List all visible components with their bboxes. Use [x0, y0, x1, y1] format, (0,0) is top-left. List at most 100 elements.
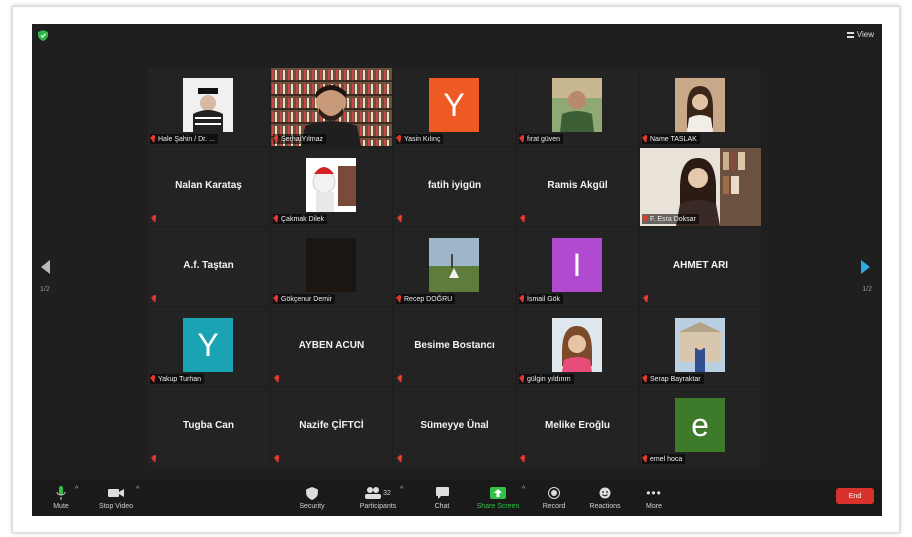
- participant-name-label: Yakup Turhan: [158, 375, 202, 383]
- muted-microphone-icon: [521, 455, 526, 463]
- participant-tile[interactable]: A.f. Taştan: [148, 228, 269, 306]
- video-options-caret-icon[interactable]: ^: [136, 486, 139, 493]
- participant-tile[interactable]: e emel hoca: [640, 388, 761, 466]
- participant-tile[interactable]: Melike Eroğlu: [517, 388, 638, 466]
- participant-tile[interactable]: Y Yasin Kılınç: [394, 68, 515, 146]
- participant-initial-avatar: e: [675, 398, 725, 452]
- participant-count: 32: [383, 489, 391, 497]
- participant-name-tag: Serap Bayraktar: [642, 374, 704, 384]
- participant-tile[interactable]: Serap Bayraktar: [640, 308, 761, 386]
- page-indicator-right: 1/2: [862, 286, 872, 293]
- muted-microphone-icon: [643, 135, 648, 143]
- record-label: Record: [542, 503, 566, 510]
- participant-display-name: Nalan Karataş: [175, 180, 242, 191]
- participant-tile[interactable]: F. Esra Doksar: [640, 148, 761, 226]
- participant-initial-avatar: Y: [183, 318, 233, 372]
- reactions-button[interactable]: Reactions: [585, 485, 625, 510]
- participant-tile[interactable]: Name TASLAK: [640, 68, 761, 146]
- participant-tile[interactable]: SerhatYılmaz: [271, 68, 392, 146]
- participant-tile[interactable]: Gökçenur Demir: [271, 228, 392, 306]
- microphone-icon: [56, 486, 66, 500]
- participants-icon: [365, 487, 382, 499]
- muted-microphone-icon: [643, 375, 648, 383]
- participant-tile[interactable]: AHMET ARI: [640, 228, 761, 306]
- participant-tile[interactable]: Tugba Can: [148, 388, 269, 466]
- more-button[interactable]: ••• More: [640, 485, 668, 510]
- participant-initial-avatar: Y: [429, 78, 479, 132]
- muted-microphone-icon: [520, 375, 525, 383]
- previous-page-arrow-icon[interactable]: [41, 260, 50, 274]
- meeting-toolbar: Mute ^ Stop Video ^ Security 32 Particip…: [32, 480, 882, 516]
- muted-microphone-icon: [644, 295, 649, 303]
- participant-tile[interactable]: Recep DOĞRU: [394, 228, 515, 306]
- audio-options-caret-icon[interactable]: ^: [75, 486, 78, 493]
- participant-tile[interactable]: Nazife ÇİFTCİ: [271, 388, 392, 466]
- reactions-smiley-icon: [599, 487, 611, 499]
- muted-microphone-icon: [274, 295, 279, 303]
- participant-profile-photo: [552, 78, 602, 132]
- participant-display-name: AHMET ARI: [672, 260, 729, 271]
- participant-profile-photo: [306, 238, 356, 292]
- record-button[interactable]: Record: [537, 485, 571, 510]
- security-label: Security: [299, 503, 325, 510]
- participant-name-tag: Hale Şahin / Dr. ...: [150, 134, 218, 144]
- participant-tile[interactable]: Nalan Karataş: [148, 148, 269, 226]
- participant-name-tag: SerhatYılmaz: [273, 134, 327, 144]
- participant-name-tag: F. Esra Doksar: [642, 214, 699, 224]
- participants-label: Participants: [359, 503, 397, 510]
- participant-display-name: A.f. Taştan: [183, 260, 234, 271]
- participant-tile[interactable]: gülgin yıldırım: [517, 308, 638, 386]
- participant-name-label: Çakmak Dilek: [281, 215, 325, 223]
- participant-tile[interactable]: Y Yakup Turhan: [148, 308, 269, 386]
- participants-caret-icon[interactable]: ^: [400, 486, 403, 493]
- chat-bubble-icon: [435, 487, 449, 499]
- record-icon: [548, 487, 560, 499]
- mute-button[interactable]: Mute: [46, 485, 76, 510]
- stop-video-label: Stop Video: [98, 503, 134, 510]
- muted-microphone-icon: [275, 455, 280, 463]
- participant-tile[interactable]: Çakmak Dilek: [271, 148, 392, 226]
- participant-display-name: Tugba Can: [183, 420, 234, 431]
- participant-name-tag: fırat güven: [519, 134, 564, 144]
- muted-microphone-icon: [274, 215, 279, 223]
- participant-name-label: SerhatYılmaz: [281, 135, 324, 143]
- share-screen-button[interactable]: Share Screen: [473, 485, 523, 510]
- muted-microphone-icon: [274, 135, 279, 143]
- participant-name-label: gülgin yıldırım: [527, 375, 571, 383]
- participant-name-label: Name TASLAK: [650, 135, 697, 143]
- participants-button[interactable]: 32 Participants: [356, 485, 400, 510]
- participant-name-tag: Çakmak Dilek: [273, 214, 328, 224]
- next-page-arrow-icon[interactable]: [861, 260, 870, 274]
- participant-tile[interactable]: Ramis Akgül: [517, 148, 638, 226]
- participant-tile[interactable]: fırat güven: [517, 68, 638, 146]
- participant-name-tag: emel hoca: [642, 454, 686, 464]
- participant-tile[interactable]: Sümeyye Ünal: [394, 388, 515, 466]
- participant-display-name: Besime Bostancı: [414, 340, 495, 351]
- participant-name-tag: Name TASLAK: [642, 134, 700, 144]
- participant-tile[interactable]: I İsmail Gök: [517, 228, 638, 306]
- security-button[interactable]: Security: [294, 485, 330, 510]
- participant-tile[interactable]: Besime Bostancı: [394, 308, 515, 386]
- participant-tile[interactable]: fatih iyigün: [394, 148, 515, 226]
- participant-name-tag: Yasin Kılınç: [396, 134, 444, 144]
- muted-microphone-icon: [520, 295, 525, 303]
- participant-profile-photo: [429, 238, 479, 292]
- video-camera-icon: [108, 489, 124, 497]
- chat-button[interactable]: Chat: [427, 485, 457, 510]
- more-label: More: [646, 503, 662, 510]
- participant-tile[interactable]: AYBEN ACUN: [271, 308, 392, 386]
- share-options-caret-icon[interactable]: ^: [522, 486, 525, 493]
- muted-microphone-icon: [643, 455, 648, 463]
- participant-gallery: Hale Şahin / Dr. ... SerhatYılmaz Y Yasin K…: [148, 68, 765, 466]
- participant-tile[interactable]: Hale Şahin / Dr. ...: [148, 68, 269, 146]
- participant-display-name: Melike Eroğlu: [544, 420, 610, 431]
- participant-name-label: Yasin Kılınç: [404, 135, 441, 143]
- muted-microphone-icon: [521, 215, 526, 223]
- chat-label: Chat: [434, 503, 450, 510]
- muted-microphone-icon: [152, 215, 157, 223]
- muted-microphone-icon: [152, 295, 157, 303]
- stop-video-button[interactable]: Stop Video: [96, 485, 136, 510]
- participant-name-label: Gökçenur Demir: [281, 295, 332, 303]
- end-meeting-button[interactable]: End: [836, 488, 874, 504]
- view-button[interactable]: View: [846, 30, 874, 39]
